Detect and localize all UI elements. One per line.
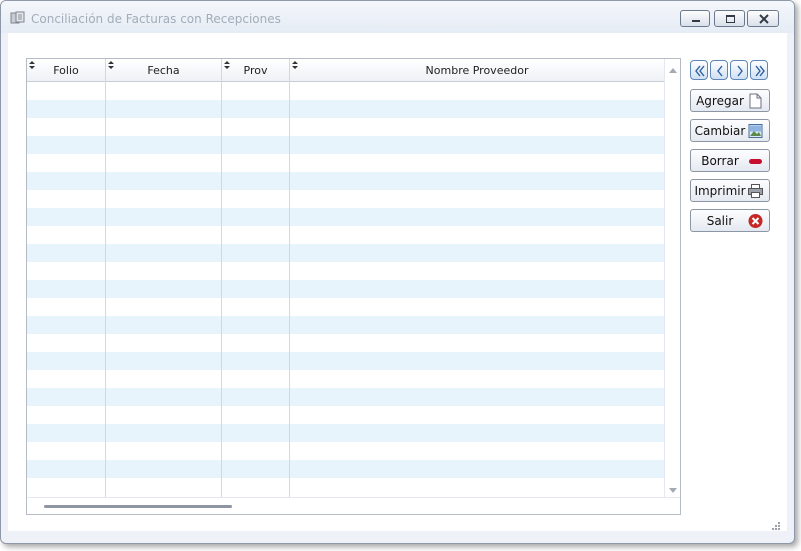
minimize-button[interactable]: [680, 10, 710, 27]
column-header-prov[interactable]: Prov: [222, 59, 290, 81]
grid-rows: [27, 82, 664, 497]
table-row[interactable]: [27, 460, 664, 478]
borrar-label: Borrar: [701, 154, 739, 168]
borrar-button[interactable]: Borrar: [690, 149, 770, 172]
table-row[interactable]: [27, 388, 664, 406]
close-button[interactable]: [747, 10, 779, 27]
last-record-button[interactable]: [750, 60, 768, 80]
table-row[interactable]: [27, 100, 664, 118]
last-record-icon: [755, 65, 765, 77]
table-row[interactable]: [27, 316, 664, 334]
column-label: Fecha: [147, 64, 180, 77]
sort-icon: [292, 61, 298, 69]
printer-icon: [748, 184, 763, 198]
first-record-button[interactable]: [690, 60, 708, 80]
table-row[interactable]: [27, 262, 664, 280]
column-divider: [105, 59, 106, 497]
column-header-fecha[interactable]: Fecha: [106, 59, 222, 81]
horizontal-scroll-thumb[interactable]: [44, 505, 232, 508]
table-row[interactable]: [27, 154, 664, 172]
table-row[interactable]: [27, 424, 664, 442]
column-divider: [221, 59, 222, 497]
window-title: Conciliación de Facturas con Recepciones: [31, 12, 281, 26]
scroll-up-icon[interactable]: [665, 63, 681, 79]
table-row[interactable]: [27, 244, 664, 262]
grid-header: Folio Fecha Prov Nombre Proveedor: [27, 59, 664, 82]
minimize-icon: [692, 20, 700, 22]
table-row[interactable]: [27, 442, 664, 460]
close-icon: [759, 14, 769, 24]
vertical-scrollbar[interactable]: [664, 59, 681, 497]
sort-icon: [224, 61, 230, 69]
column-header-nombre-proveedor[interactable]: Nombre Proveedor: [290, 59, 664, 81]
previous-record-icon: [717, 65, 723, 77]
column-label: Folio: [53, 64, 79, 77]
new-document-icon: [749, 93, 762, 109]
horizontal-scrollbar[interactable]: [27, 497, 680, 514]
table-row[interactable]: [27, 298, 664, 316]
table-row[interactable]: [27, 172, 664, 190]
table-row[interactable]: [27, 352, 664, 370]
delete-minus-icon: [749, 159, 762, 164]
table-row[interactable]: [27, 226, 664, 244]
resize-grip-icon[interactable]: [771, 521, 781, 531]
exit-x-icon: [748, 214, 763, 228]
next-record-button[interactable]: [730, 60, 748, 80]
salir-button[interactable]: Salir: [690, 209, 770, 232]
table-row[interactable]: [27, 406, 664, 424]
table-row[interactable]: [27, 370, 664, 388]
restore-button[interactable]: [714, 10, 745, 27]
edit-picture-icon: [748, 124, 763, 138]
column-label: Nombre Proveedor: [425, 64, 529, 77]
previous-record-button[interactable]: [710, 60, 728, 80]
restore-icon: [726, 15, 735, 23]
column-header-folio[interactable]: Folio: [27, 59, 106, 81]
invoices-app-icon: [10, 11, 25, 24]
sort-icon: [108, 61, 114, 69]
table-row[interactable]: [27, 190, 664, 208]
first-record-icon: [695, 65, 705, 77]
title-bar[interactable]: Conciliación de Facturas con Recepciones: [1, 1, 794, 33]
table-row[interactable]: [27, 478, 664, 496]
next-record-icon: [737, 65, 743, 77]
table-row[interactable]: [27, 136, 664, 154]
agregar-label: Agregar: [696, 94, 744, 108]
invoices-grid[interactable]: Folio Fecha Prov Nombre Proveedor: [26, 58, 681, 515]
agregar-button[interactable]: Agregar: [690, 89, 770, 112]
cambiar-label: Cambiar: [694, 124, 746, 138]
column-label: Prov: [243, 64, 268, 77]
sort-icon: [29, 61, 35, 69]
table-row[interactable]: [27, 118, 664, 136]
table-row[interactable]: [27, 280, 664, 298]
table-row[interactable]: [27, 208, 664, 226]
table-row[interactable]: [27, 334, 664, 352]
imprimir-label: Imprimir: [694, 184, 746, 198]
column-divider: [289, 59, 290, 497]
salir-label: Salir: [706, 214, 734, 228]
main-window: Conciliación de Facturas con Recepciones…: [0, 0, 795, 544]
table-row[interactable]: [27, 82, 664, 100]
cambiar-button[interactable]: Cambiar: [690, 119, 770, 142]
imprimir-button[interactable]: Imprimir: [690, 179, 770, 202]
